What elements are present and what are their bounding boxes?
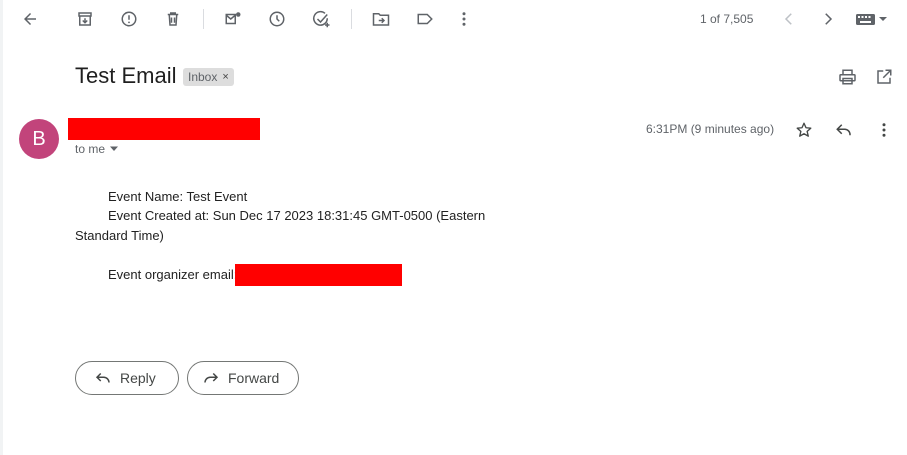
reply-button[interactable]: Reply <box>75 361 179 395</box>
pagination-count: 1 of 7,505 <box>700 12 754 26</box>
event-name-line: Event Name: Test Event <box>108 189 248 204</box>
print-icon[interactable] <box>838 68 857 86</box>
redacted-sender-name <box>68 118 260 140</box>
arrow-left-icon[interactable] <box>21 10 39 28</box>
event-created-line: Event Created at: Sun Dec 17 2023 18:31:… <box>108 208 486 223</box>
label-icon[interactable] <box>416 10 434 28</box>
more-options-icon[interactable] <box>875 121 893 139</box>
recipient-label: to me <box>75 142 106 156</box>
window-edge <box>0 0 3 455</box>
email-timestamp: 6:31PM (9 minutes ago) <box>646 122 775 136</box>
toolbar-divider <box>351 9 352 29</box>
toolbar-divider <box>203 9 204 29</box>
trash-icon[interactable] <box>164 10 182 28</box>
star-icon[interactable] <box>795 121 813 139</box>
forward-button-label: Forward <box>228 370 280 386</box>
recipient-details[interactable]: to me <box>75 142 119 156</box>
more-vert-icon[interactable] <box>455 10 473 28</box>
chevron-left-icon[interactable] <box>780 10 798 28</box>
label-chip-text: Inbox <box>188 70 218 84</box>
reply-icon[interactable] <box>835 121 853 139</box>
keyboard-icon[interactable] <box>856 12 890 26</box>
forward-button[interactable]: Forward <box>187 361 299 395</box>
report-spam-icon[interactable] <box>120 10 138 28</box>
forward-icon <box>204 372 219 383</box>
open-in-new-window-icon[interactable] <box>875 68 893 86</box>
chevron-right-icon[interactable] <box>819 10 837 28</box>
caret-down-icon[interactable] <box>109 146 119 152</box>
reply-button-label: Reply <box>120 370 156 386</box>
reply-icon <box>95 372 110 383</box>
inbox-label-chip[interactable]: Inbox × <box>183 68 234 86</box>
organizer-email-label: Event organizer email: <box>108 267 238 282</box>
redacted-organizer-email <box>235 264 402 286</box>
email-subject: Test Email <box>75 63 177 88</box>
add-task-icon[interactable] <box>312 10 332 28</box>
archive-icon[interactable] <box>76 10 94 28</box>
remove-label-icon[interactable]: × <box>222 68 228 86</box>
event-created-line-continued: Standard Time) <box>75 228 164 243</box>
clock-icon[interactable] <box>268 10 286 28</box>
sender-avatar[interactable]: B <box>19 119 59 159</box>
move-to-folder-icon[interactable] <box>372 10 390 28</box>
mark-unread-icon[interactable] <box>224 10 242 28</box>
